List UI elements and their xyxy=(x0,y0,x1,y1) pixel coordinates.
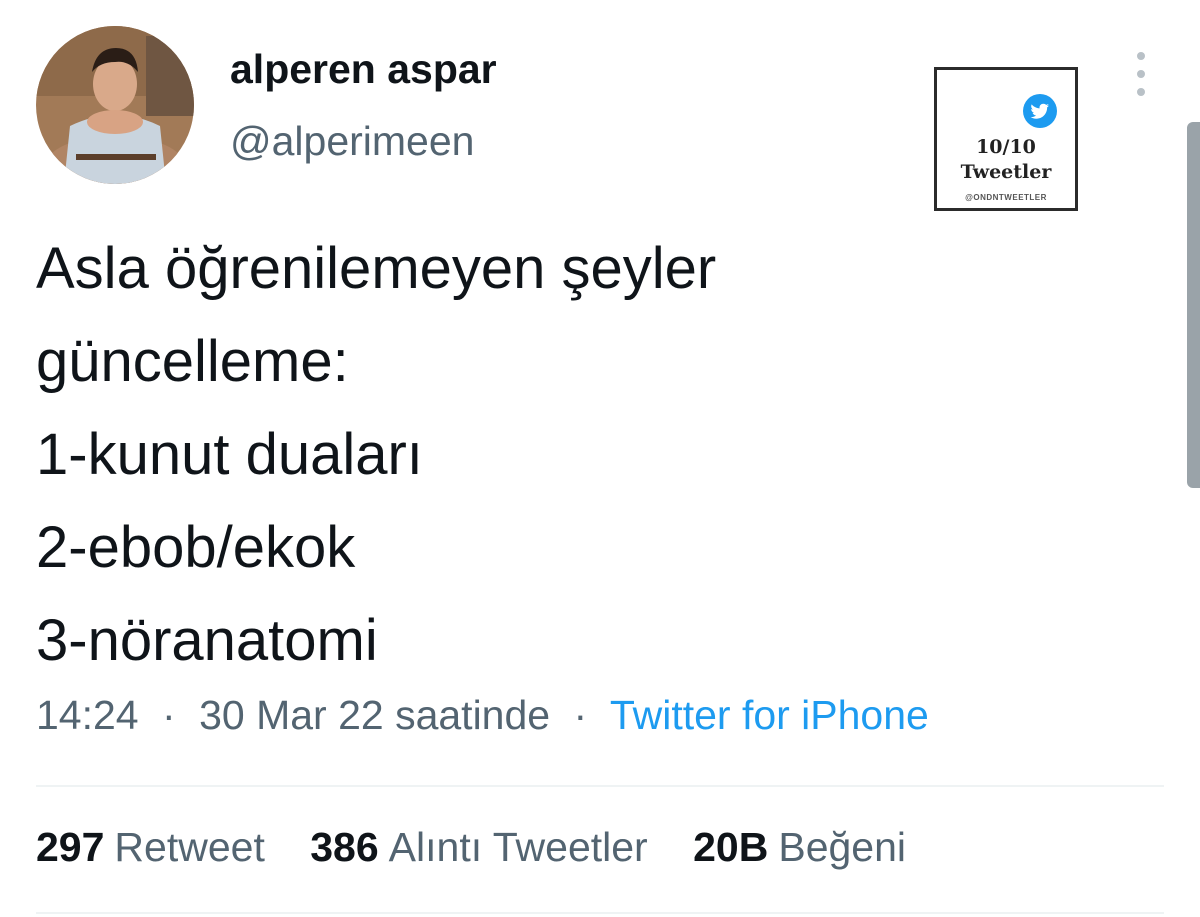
retweet-label: Retweet xyxy=(114,824,265,870)
tweet-date[interactable]: 30 Mar 22 saatinde xyxy=(199,692,550,738)
tweet-source-link[interactable]: Twitter for iPhone xyxy=(610,692,929,738)
retweet-count: 297 xyxy=(36,824,105,870)
tweet-line: 3-nöranatomi xyxy=(36,608,378,673)
user-handle[interactable]: @alperimeen xyxy=(230,118,474,165)
more-options-icon[interactable] xyxy=(1128,52,1154,96)
like-stat[interactable]: 20B Beğeni xyxy=(693,824,906,871)
tweet-line: Asla öğrenilemeyen şeyler xyxy=(36,236,717,301)
scrollbar[interactable] xyxy=(1187,122,1200,488)
tweet-line: güncelleme: xyxy=(36,329,349,394)
tweet-text: Asla öğrenilemeyen şeyler güncelleme: 1-… xyxy=(36,222,1036,687)
meta-separator: · xyxy=(162,692,176,738)
quote-tweet-count: 386 xyxy=(310,824,379,870)
tweet-stats: 297 Retweet 386 Alıntı Tweetler 20B Beğeni xyxy=(36,824,940,871)
quote-tweet-label: Alıntı Tweetler xyxy=(388,824,648,870)
tweet-line: 2-ebob/ekok xyxy=(36,515,356,580)
avatar[interactable] xyxy=(36,26,194,184)
watermark-score: 10/10 xyxy=(976,136,1036,158)
divider xyxy=(36,785,1164,787)
like-count: 20B xyxy=(693,824,769,870)
twitter-bird-icon xyxy=(1023,94,1057,128)
avatar-photo xyxy=(36,26,194,184)
retweet-stat[interactable]: 297 Retweet xyxy=(36,824,265,871)
divider xyxy=(36,912,1164,914)
meta-separator: · xyxy=(573,692,588,738)
watermark-logo: 10/10 Tweetler @ONDNTWEETLER xyxy=(934,67,1078,211)
quote-tweet-stat[interactable]: 386 Alıntı Tweetler xyxy=(310,824,647,871)
display-name[interactable]: alperen aspar xyxy=(230,46,497,93)
watermark-title: Tweetler xyxy=(960,161,1052,183)
tweet-line: 1-kunut duaları xyxy=(36,422,423,487)
tweet-time[interactable]: 14:24 xyxy=(36,692,139,738)
watermark-handle: @ONDNTWEETLER xyxy=(965,193,1047,202)
like-label: Beğeni xyxy=(778,824,907,870)
tweet-meta: 14:24 · 30 Mar 22 saatinde · Twitter for… xyxy=(36,692,929,739)
